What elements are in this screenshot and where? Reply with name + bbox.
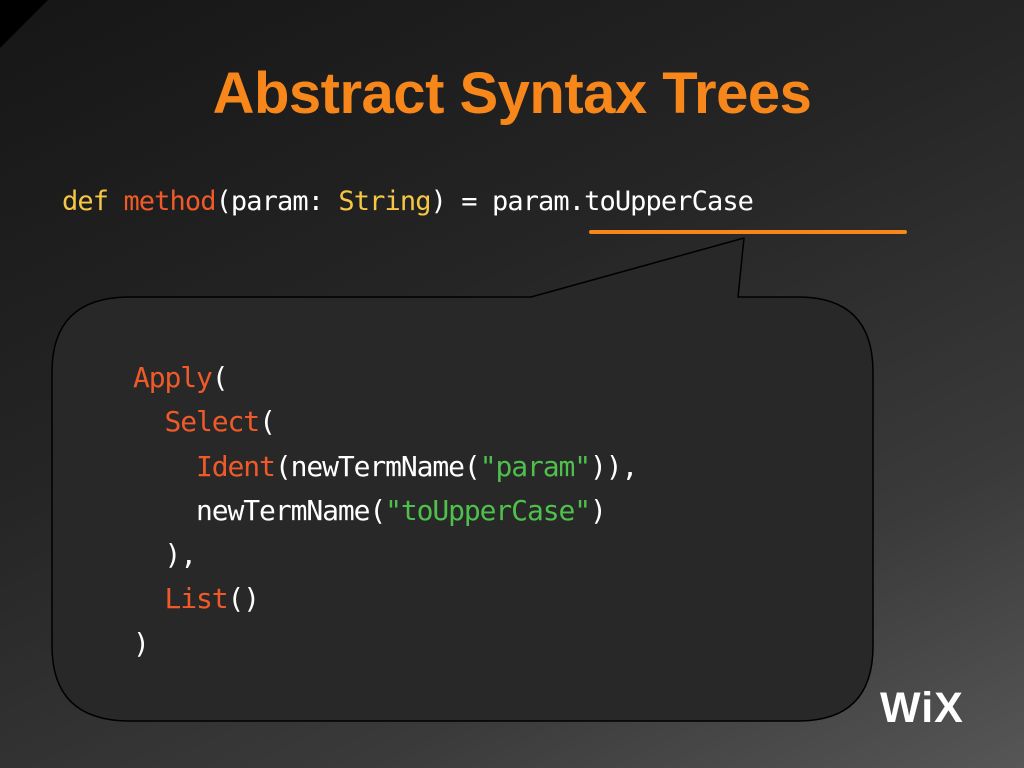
punct: ( [211, 361, 229, 394]
punct: ( [259, 405, 276, 439]
string-literal: "param" [479, 449, 591, 483]
string-literal: "toUpperCase" [385, 493, 591, 527]
punct: () [227, 582, 261, 616]
code-text: (newTermName( [274, 449, 481, 483]
ast-line: Apply( [133, 356, 637, 400]
ast-line: ), [133, 533, 637, 577]
logo-text: WiX [880, 684, 964, 732]
fn-list: List [164, 582, 229, 616]
ast-line: List() [133, 577, 637, 621]
fn-select: Select [164, 405, 261, 439]
ast-code-block: Apply( Select( Ident(newTermName("param"… [133, 356, 638, 666]
ast-line: Select( [133, 400, 637, 444]
code-text: newTermName( [196, 493, 386, 527]
ast-line: ) [133, 622, 637, 666]
punct: )), [590, 449, 638, 483]
ast-line: newTermName("toUpperCase") [133, 489, 637, 533]
punct: ) [133, 626, 150, 660]
punct: ) [589, 493, 607, 527]
punct: ), [133, 538, 198, 572]
wix-logo-icon: WiX [880, 684, 964, 733]
ast-line: Ident(newTermName("param")), [133, 445, 638, 489]
fn-ident: Ident [196, 449, 276, 483]
fn-apply: Apply [133, 361, 213, 394]
